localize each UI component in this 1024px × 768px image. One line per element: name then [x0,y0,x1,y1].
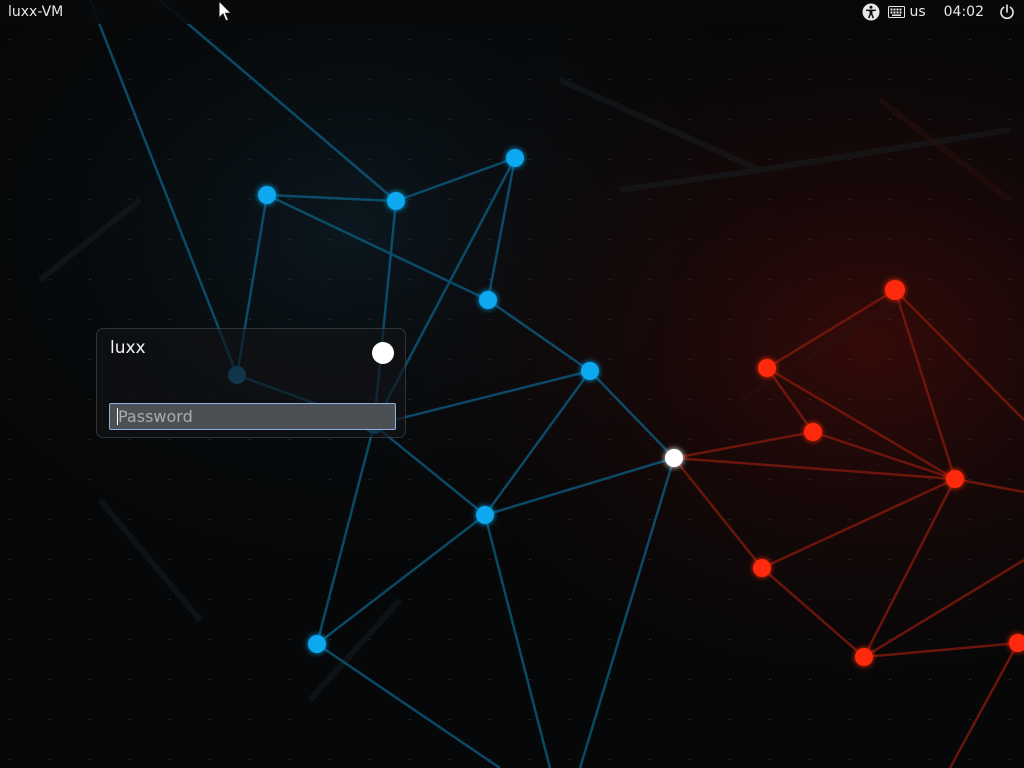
accessibility-icon[interactable] [861,0,881,24]
password-input[interactable] [109,403,396,430]
login-box: luxx [96,328,406,438]
login-screen: luxx-VM us 04:02 luxx [0,0,1024,768]
keyboard-layout-label[interactable]: us [909,0,925,24]
text-caret [117,408,118,425]
keyboard-icon[interactable] [887,0,905,24]
user-status-dot [372,342,394,364]
top-panel: luxx-VM us 04:02 [0,0,1024,24]
hostname-label: luxx-VM [8,4,64,20]
panel-indicators: us 04:02 [861,0,1024,24]
username-label: luxx [110,338,146,358]
clock: 04:02 [943,4,984,20]
mouse-pointer-icon [218,0,233,22]
power-icon[interactable] [998,0,1016,24]
